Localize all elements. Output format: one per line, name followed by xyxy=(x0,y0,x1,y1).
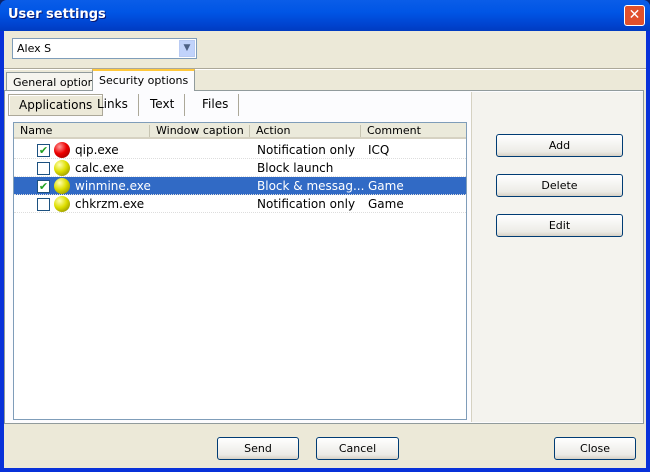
row-checkbox[interactable]: ✔ xyxy=(37,180,50,193)
table-row[interactable]: calc.exe Block launch xyxy=(14,159,466,177)
delete-button[interactable]: Delete xyxy=(496,174,623,197)
red-status-icon xyxy=(54,142,70,158)
column-name[interactable]: Name xyxy=(14,125,52,137)
add-button[interactable]: Add xyxy=(496,134,623,157)
row-name: qip.exe xyxy=(75,143,119,157)
cancel-button[interactable]: Cancel xyxy=(316,437,399,460)
title-bar[interactable]: User settings ✕ xyxy=(0,0,650,31)
column-action[interactable]: Action xyxy=(249,125,290,137)
security-options-panel: Applications Links Text Files Name Windo… xyxy=(4,90,644,424)
user-settings-window: User settings ✕ Alex S ▼ General options… xyxy=(0,0,650,472)
row-action: Notification only xyxy=(257,143,356,157)
row-checkbox[interactable] xyxy=(37,198,50,211)
subtab-links[interactable]: Links xyxy=(87,94,139,116)
send-button[interactable]: Send xyxy=(217,437,299,460)
user-select[interactable]: Alex S ▼ xyxy=(12,38,197,59)
subtab-files[interactable]: Files xyxy=(192,94,240,116)
row-comment: Game xyxy=(368,179,404,193)
table-row[interactable]: ✔ winmine.exe Block & messag... Game xyxy=(14,177,466,195)
row-action: Block & messag... xyxy=(257,179,365,193)
chevron-down-icon[interactable]: ▼ xyxy=(179,40,195,57)
column-comment[interactable]: Comment xyxy=(360,125,421,137)
table-row[interactable]: chkrzm.exe Notification only Game xyxy=(14,195,466,213)
column-window-caption[interactable]: Window caption xyxy=(149,125,244,137)
row-action: Block launch xyxy=(257,161,334,175)
window-title: User settings xyxy=(8,7,106,22)
actions-panel: Add Delete Edit xyxy=(471,92,643,422)
close-window-button[interactable]: ✕ xyxy=(624,5,645,26)
subtab-text[interactable]: Text xyxy=(140,94,186,116)
list-header: Name Window caption Action Comment xyxy=(14,123,466,139)
row-checkbox[interactable] xyxy=(37,162,50,175)
edit-button[interactable]: Edit xyxy=(496,214,623,237)
close-button[interactable]: Close xyxy=(554,437,636,460)
yellow-status-icon xyxy=(54,178,70,194)
table-row[interactable]: ✔ qip.exe Notification only ICQ xyxy=(14,141,466,159)
row-comment: Game xyxy=(368,197,404,211)
row-name: chkrzm.exe xyxy=(75,197,145,211)
row-name: calc.exe xyxy=(75,161,124,175)
row-action: Notification only xyxy=(257,197,356,211)
yellow-status-icon xyxy=(54,196,70,212)
row-comment: ICQ xyxy=(368,143,390,157)
yellow-status-icon xyxy=(54,160,70,176)
row-checkbox[interactable]: ✔ xyxy=(37,144,50,157)
user-select-value: Alex S xyxy=(17,42,52,55)
row-name: winmine.exe xyxy=(75,179,151,193)
applications-list[interactable]: Name Window caption Action Comment ✔ qip… xyxy=(13,122,467,420)
tab-security-options[interactable]: Security options xyxy=(92,69,196,91)
